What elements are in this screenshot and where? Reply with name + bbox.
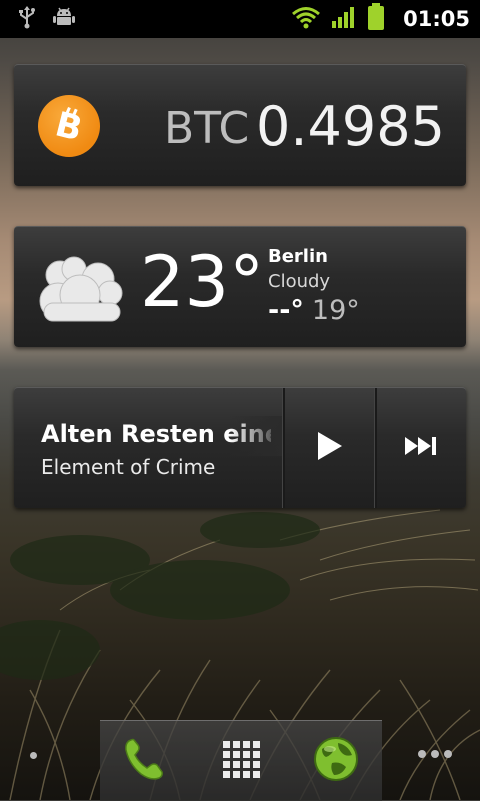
- app-drawer-button[interactable]: [213, 733, 269, 789]
- dock: [100, 720, 382, 801]
- low-temperature: 19°: [311, 295, 360, 326]
- music-widget[interactable]: Alten Resten eine Element of Crime: [14, 387, 466, 508]
- bitcoin-widget[interactable]: B BTC 0.4985: [14, 64, 466, 186]
- page-indicator-left[interactable]: [30, 752, 37, 759]
- page-dot: [418, 750, 426, 758]
- status-bar: 01:05: [0, 0, 480, 38]
- phone-button[interactable]: [116, 733, 172, 789]
- page-indicator-right[interactable]: [418, 750, 452, 758]
- status-clock: 01:05: [403, 7, 470, 31]
- browser-button[interactable]: [308, 733, 364, 789]
- browser-icon: [312, 735, 360, 787]
- page-dot: [444, 750, 452, 758]
- artist-name: Element of Crime: [41, 455, 216, 479]
- next-track-icon: [404, 435, 438, 461]
- android-debug-icon: [52, 5, 76, 33]
- battery-icon: [367, 3, 385, 35]
- weather-city: Berlin: [268, 246, 328, 267]
- page-dot: [431, 750, 439, 758]
- high-low-temperature: --° 19°: [268, 295, 360, 326]
- signal-icon: [331, 5, 357, 33]
- phone-icon: [119, 734, 169, 788]
- high-temperature: --°: [268, 295, 304, 326]
- btc-balance: 0.4985: [256, 95, 445, 158]
- play-icon: [314, 430, 344, 466]
- app-drawer-icon: [221, 739, 261, 783]
- next-track-button[interactable]: [376, 388, 466, 508]
- currency-label: BTC: [164, 103, 250, 154]
- usb-icon: [16, 5, 38, 33]
- wifi-icon: [291, 5, 321, 33]
- weather-condition: Cloudy: [268, 271, 331, 292]
- play-button[interactable]: [284, 388, 374, 508]
- bitcoin-icon: B: [38, 95, 100, 157]
- current-temperature: 23°: [140, 241, 265, 323]
- weather-widget[interactable]: 23° Berlin Cloudy --° 19°: [14, 226, 466, 347]
- cloudy-icon: [38, 253, 126, 329]
- track-title-fade: [229, 416, 284, 456]
